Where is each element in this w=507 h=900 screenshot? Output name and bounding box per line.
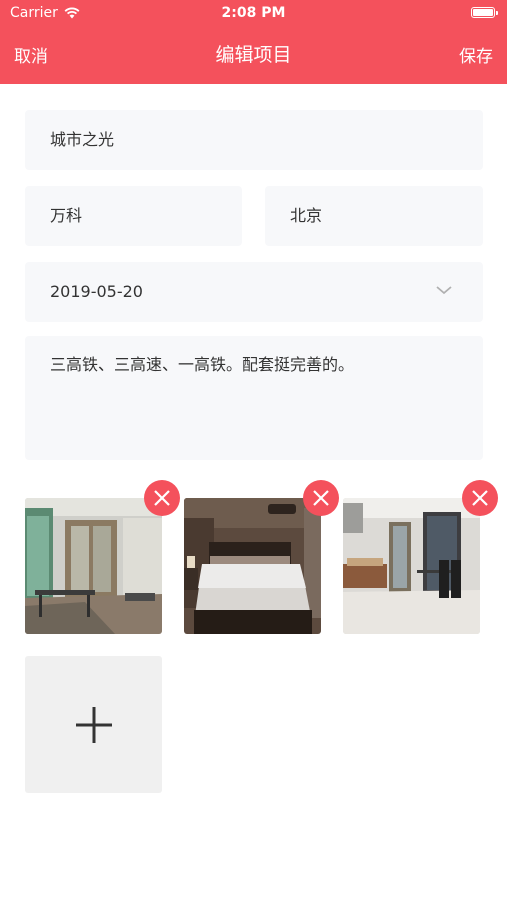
living-room-photo xyxy=(25,498,162,634)
city-field[interactable]: 北京 xyxy=(265,186,483,246)
dining-room-photo xyxy=(343,498,480,634)
close-icon xyxy=(154,490,170,506)
battery-icon xyxy=(471,7,498,18)
chevron-down-icon xyxy=(436,286,452,295)
remove-photo-button[interactable] xyxy=(303,480,339,516)
project-name-field[interactable]: 城市之光 xyxy=(25,110,483,170)
photo-thumbnail[interactable] xyxy=(343,498,480,634)
photo-thumbnail[interactable] xyxy=(184,498,321,634)
date-select[interactable]: 2019-05-20 xyxy=(25,262,483,322)
close-icon xyxy=(313,490,329,506)
remove-photo-button[interactable] xyxy=(144,480,180,516)
status-time: 2:08 PM xyxy=(221,5,286,21)
page-title: 编辑项目 xyxy=(215,44,292,66)
plus-icon xyxy=(75,706,112,743)
developer-field[interactable]: 万科 xyxy=(25,186,242,246)
app-header: Carrier 2:08 PM 取消 编辑项目 保存 xyxy=(0,0,507,84)
description-textarea[interactable]: 三高铁、三高速、一高铁。配套挺完善的。 xyxy=(25,336,483,460)
photo-thumbnail[interactable] xyxy=(25,498,162,634)
remove-photo-button[interactable] xyxy=(462,480,498,516)
save-button[interactable]: 保存 xyxy=(459,42,493,67)
close-icon xyxy=(472,490,488,506)
bedroom-photo xyxy=(184,498,321,634)
date-value: 2019-05-20 xyxy=(50,282,143,301)
description-text: 三高铁、三高速、一高铁。配套挺完善的。 xyxy=(50,355,355,374)
status-bar: Carrier 2:08 PM xyxy=(0,0,507,28)
add-photo-button[interactable] xyxy=(25,656,162,793)
nav-bar: 取消 编辑项目 保存 xyxy=(0,38,507,72)
